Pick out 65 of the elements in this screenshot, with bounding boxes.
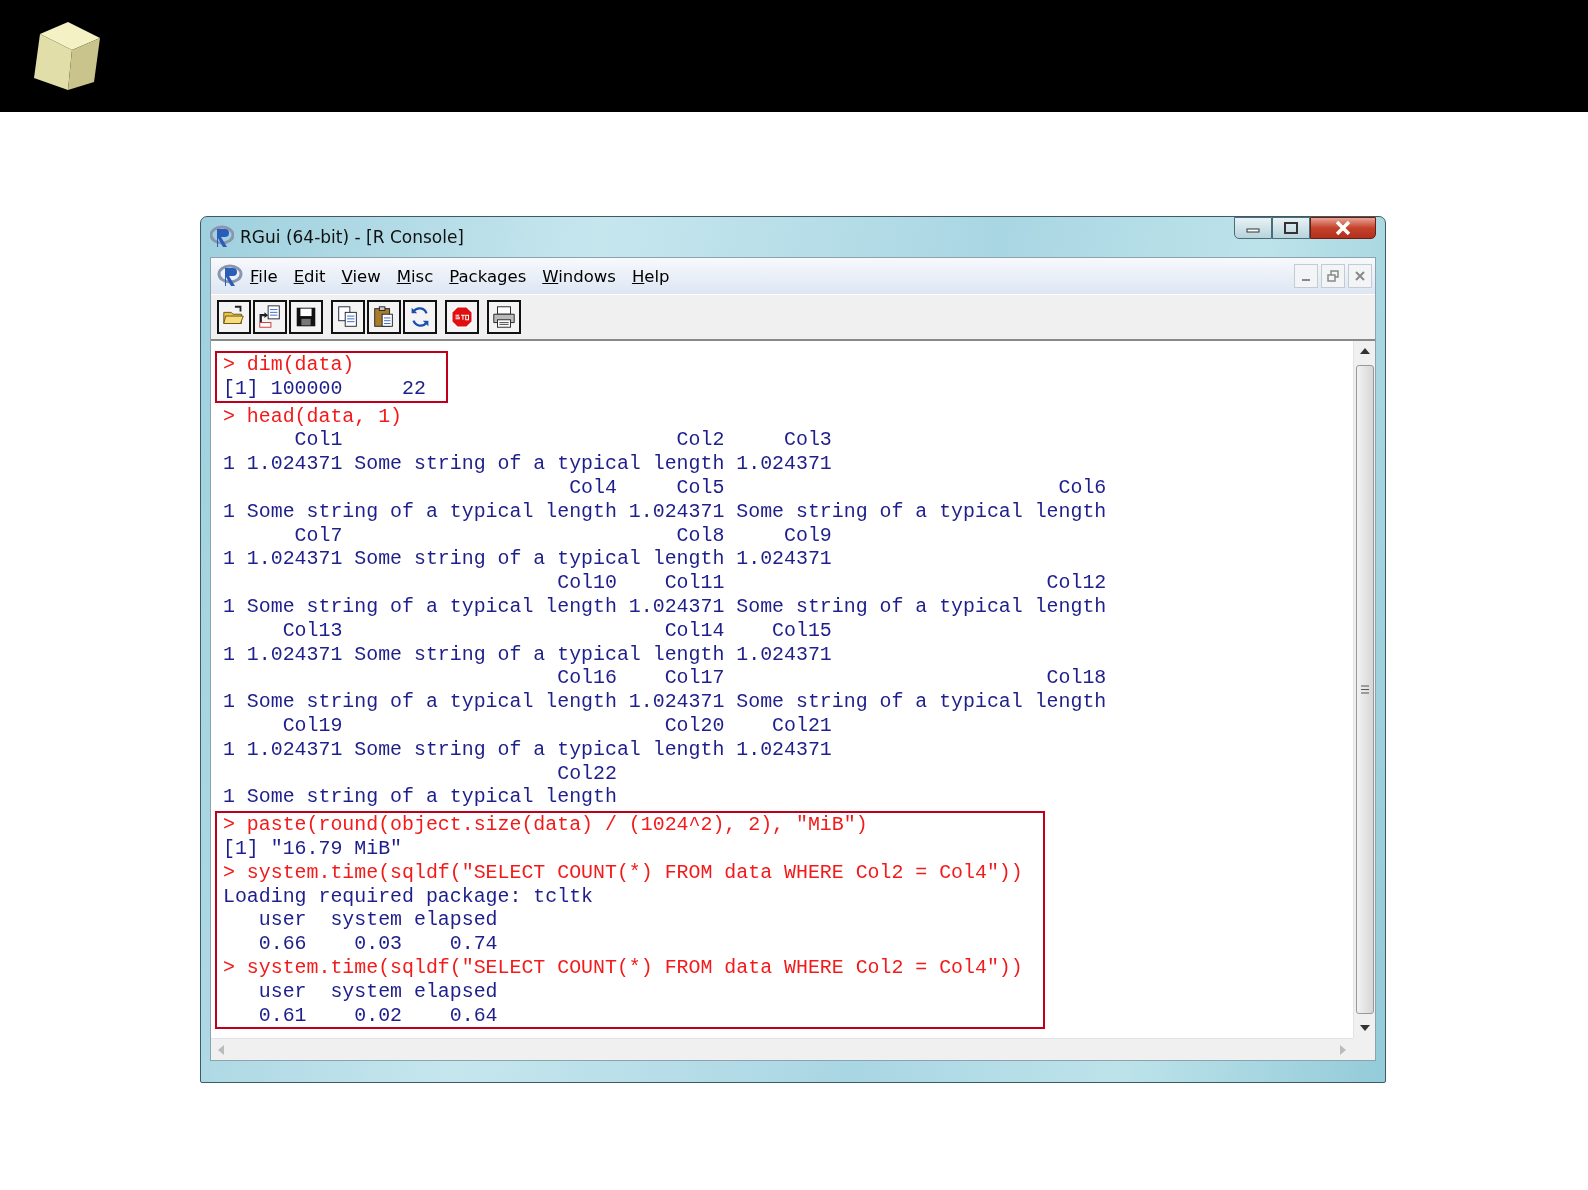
down-arrow-icon bbox=[1359, 1025, 1370, 1031]
printer-icon bbox=[491, 304, 517, 330]
restore-icon bbox=[1327, 270, 1339, 282]
console-output: Col13 Col14 Col15 bbox=[281, 618, 833, 643]
console-output: 1 1.024371 Some string of a typical length 1.024371 bbox=[223, 547, 833, 572]
close-button[interactable] bbox=[1310, 217, 1376, 239]
stop-sign-icon bbox=[449, 304, 475, 330]
menu-item[interactable]: View bbox=[334, 264, 390, 288]
window-title: RGui (64-bit) - [R Console] bbox=[240, 227, 464, 247]
toolbar-button[interactable] bbox=[487, 300, 521, 334]
toolbar-button[interactable] bbox=[445, 300, 479, 334]
close-icon bbox=[1355, 271, 1365, 281]
console-command: > paste(round(object.size(data) / (1024^2), 2), "MiB") bbox=[223, 813, 869, 837]
minimize-icon bbox=[1302, 279, 1310, 281]
menu-item[interactable]: Packages bbox=[442, 264, 536, 288]
vertical-scrollbar[interactable] bbox=[1353, 341, 1375, 1038]
menu-item[interactable]: Misc bbox=[389, 264, 443, 288]
maximize-icon bbox=[1284, 222, 1298, 234]
toolbar-button[interactable] bbox=[331, 300, 365, 334]
console-output: 1 Some string of a typical length 1.024371 Some string of a typical length bbox=[223, 690, 1107, 714]
toolbar-button[interactable] bbox=[367, 300, 401, 334]
console-output: [1] "16.79 MiB" bbox=[223, 836, 404, 861]
console-output: user system elapsed bbox=[257, 908, 499, 933]
console-output: Col22 bbox=[556, 761, 618, 786]
console-command: > system.time(sqldf("SELECT COUNT(*) FROM data WHERE Col2 = Col4")) bbox=[223, 955, 1023, 980]
toolbar-button[interactable] bbox=[403, 300, 437, 334]
toolbar-button[interactable] bbox=[289, 300, 323, 334]
r-logo-icon bbox=[210, 225, 234, 249]
console-output: 0.66 0.03 0.74 bbox=[257, 932, 499, 956]
horizontal-scrollbar[interactable] bbox=[211, 1038, 1353, 1060]
close-icon bbox=[1335, 221, 1351, 235]
console-output: 1 Some string of a typical length 1.024371 Some string of a typical length bbox=[223, 499, 1107, 524]
console-command: > head(data, 1) bbox=[223, 404, 404, 429]
console-output: 1 1.024371 Some string of a typical length 1.024371 bbox=[223, 452, 833, 476]
right-arrow-icon bbox=[1340, 1044, 1346, 1055]
console-output: user system elapsed bbox=[257, 979, 499, 1004]
console-output: 0.61 0.02 0.64 bbox=[257, 1003, 499, 1028]
console-output: [1] 100000 22 bbox=[223, 376, 426, 401]
console-output: Col10 Col11 Col12 bbox=[556, 571, 1107, 595]
console-output: Col19 Col20 Col21 bbox=[281, 713, 833, 738]
console-output: Col7 Col8 Col9 bbox=[293, 523, 833, 548]
console-output: 1 1.024371 Some string of a typical length 1.024371 bbox=[223, 737, 833, 762]
left-arrow-icon bbox=[218, 1044, 224, 1055]
console-output: 1 Some string of a typical length 1.024371 Some string of a typical length bbox=[223, 594, 1107, 619]
console-command: > dim(data) bbox=[223, 353, 356, 377]
up-arrow-icon bbox=[1359, 348, 1370, 354]
menu-item[interactable]: Windows bbox=[535, 264, 625, 288]
scroll-thumb[interactable] bbox=[1355, 365, 1374, 1014]
r-logo-icon bbox=[217, 264, 243, 288]
toolbar-button[interactable] bbox=[253, 300, 287, 334]
console-output: Col4 Col5 Col6 bbox=[568, 476, 1107, 500]
console-output: 1 1.024371 Some string of a typical length 1.024371 bbox=[223, 642, 833, 667]
menu-item[interactable]: Help bbox=[624, 264, 679, 288]
toolbar-button[interactable] bbox=[217, 300, 251, 334]
menu-item[interactable]: Edit bbox=[286, 264, 335, 288]
grip-icon bbox=[1360, 685, 1369, 694]
maximize-button[interactable] bbox=[1272, 217, 1310, 239]
minimize-button[interactable] bbox=[1234, 217, 1272, 239]
console-output: Loading required package: tcltk bbox=[223, 884, 595, 909]
menu-item[interactable]: File bbox=[243, 264, 287, 288]
console-output: 1 Some string of a typical length bbox=[223, 785, 618, 810]
document-arrow-icon bbox=[257, 304, 283, 330]
console-output: Col16 Col17 Col18 bbox=[556, 666, 1107, 691]
console-output: Col1 Col2 Col3 bbox=[293, 428, 833, 453]
console-command: > system.time(sqldf("SELECT COUNT(*) FROM data WHERE Col2 = Col4")) bbox=[223, 860, 1023, 885]
